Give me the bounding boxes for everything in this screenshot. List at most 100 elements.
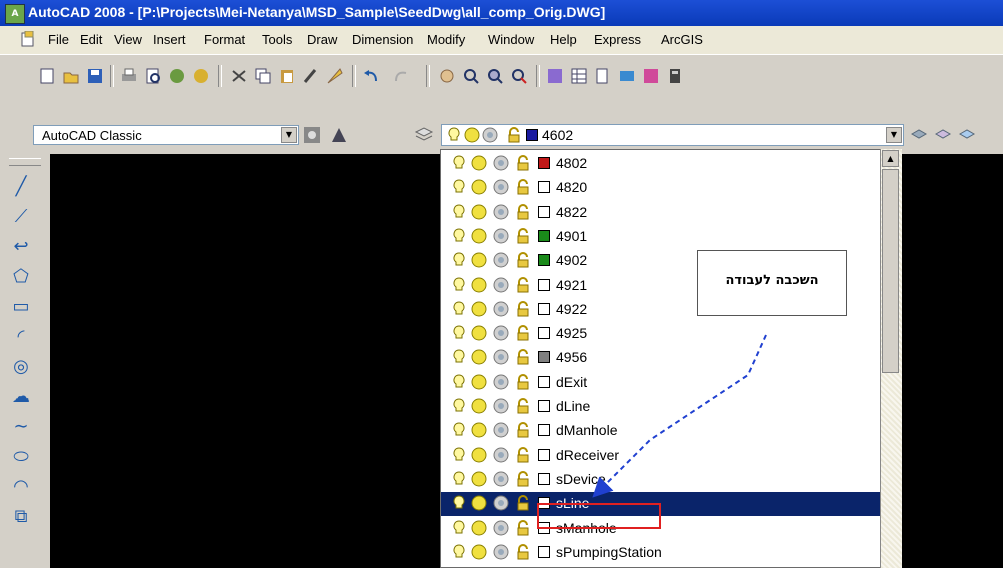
- save-icon[interactable]: [86, 67, 104, 85]
- workspace-save-icon[interactable]: [330, 126, 348, 144]
- layer-row[interactable]: 4956: [441, 346, 880, 370]
- lock-icon[interactable]: [515, 325, 531, 341]
- calculator-icon[interactable]: [666, 67, 684, 85]
- bulb-icon[interactable]: [451, 544, 467, 560]
- layer-color-swatch[interactable]: [538, 545, 550, 558]
- layer-color-swatch[interactable]: [538, 400, 550, 412]
- layer-color-swatch[interactable]: [538, 448, 550, 461]
- freeze-icon[interactable]: [493, 204, 509, 220]
- layer-row[interactable]: dExit: [441, 371, 880, 395]
- freeze-icon[interactable]: [493, 325, 509, 341]
- freeze-icon[interactable]: [493, 179, 509, 195]
- layer-color-swatch[interactable]: [538, 181, 550, 194]
- lock-icon[interactable]: [515, 495, 531, 511]
- layer-color-swatch[interactable]: [538, 157, 550, 169]
- etransmit-icon[interactable]: [192, 67, 210, 85]
- layer-color-swatch[interactable]: [538, 424, 550, 437]
- bulb-icon[interactable]: [451, 374, 467, 390]
- freeze-icon[interactable]: [493, 471, 509, 487]
- freeze-icon[interactable]: [493, 252, 509, 268]
- layer-previous-icon[interactable]: [934, 126, 952, 144]
- layer-color-swatch[interactable]: [538, 327, 550, 340]
- zoom-realtime-icon[interactable]: [462, 67, 480, 85]
- publish-icon[interactable]: [168, 67, 186, 85]
- sun-icon[interactable]: [471, 544, 487, 560]
- menu-help[interactable]: Help: [550, 32, 577, 47]
- layer-row[interactable]: 4901: [441, 225, 880, 249]
- layer-color-swatch[interactable]: [538, 254, 550, 267]
- properties-icon[interactable]: [546, 67, 564, 85]
- ellipse-arc-icon[interactable]: ◠: [10, 476, 32, 498]
- workspace-settings-icon[interactable]: [303, 126, 321, 144]
- ellipse-icon[interactable]: ⬭: [10, 446, 32, 468]
- undo-icon[interactable]: [362, 67, 380, 85]
- lock-icon[interactable]: [515, 422, 531, 438]
- sun-icon[interactable]: [471, 277, 487, 293]
- arc-icon[interactable]: ◜: [10, 326, 32, 348]
- bulb-icon[interactable]: [451, 155, 467, 171]
- menu-arcgis[interactable]: ArcGIS: [661, 32, 703, 47]
- bulb-icon[interactable]: [451, 447, 467, 463]
- sun-icon[interactable]: [471, 520, 487, 536]
- bulb-icon[interactable]: [451, 301, 467, 317]
- block-editor-icon[interactable]: [326, 67, 344, 85]
- sheet-set-icon[interactable]: [618, 67, 636, 85]
- polygon-icon[interactable]: ⬠: [10, 266, 32, 288]
- tool-palettes-icon[interactable]: [594, 67, 612, 85]
- scroll-up-icon[interactable]: ▲: [882, 150, 899, 167]
- menu-modify[interactable]: Modify: [427, 32, 465, 47]
- layer-states-icon[interactable]: [958, 126, 976, 144]
- freeze-icon[interactable]: [493, 374, 509, 390]
- sun-icon[interactable]: [471, 228, 487, 244]
- lock-icon[interactable]: [515, 276, 531, 293]
- lock-icon[interactable]: [515, 179, 531, 195]
- document-icon[interactable]: [20, 31, 36, 47]
- lock-icon[interactable]: [515, 373, 531, 390]
- scroll-thumb[interactable]: [882, 169, 899, 373]
- freeze-icon[interactable]: [493, 495, 509, 511]
- freeze-icon[interactable]: [493, 398, 509, 414]
- sun-icon[interactable]: [471, 349, 487, 365]
- bulb-icon[interactable]: [451, 252, 467, 268]
- layer-row[interactable]: dManhole: [441, 419, 880, 443]
- lock-icon[interactable]: [515, 203, 531, 220]
- layer-row[interactable]: 4822: [441, 201, 880, 225]
- bulb-icon[interactable]: [451, 204, 467, 220]
- bulb-icon[interactable]: [451, 519, 467, 536]
- sun-icon[interactable]: [471, 325, 487, 341]
- freeze-icon[interactable]: [493, 155, 509, 171]
- menu-view[interactable]: View: [114, 32, 142, 47]
- construction-line-icon[interactable]: ⟋: [10, 206, 32, 228]
- toolbar-grip[interactable]: [9, 158, 41, 166]
- bulb-icon[interactable]: [451, 422, 467, 438]
- freeze-icon[interactable]: [493, 228, 509, 244]
- chevron-down-icon[interactable]: ▼: [281, 127, 297, 143]
- chevron-down-icon[interactable]: ▼: [886, 127, 902, 143]
- paste-icon[interactable]: [278, 67, 296, 85]
- layer-color-swatch[interactable]: [538, 278, 550, 291]
- menu-express[interactable]: Express: [594, 32, 641, 47]
- lock-icon[interactable]: [515, 300, 531, 317]
- polyline-icon[interactable]: ↩: [10, 236, 32, 258]
- bulb-icon[interactable]: [451, 325, 467, 341]
- revision-cloud-icon[interactable]: ☁: [10, 386, 32, 408]
- lock-icon[interactable]: [515, 543, 531, 560]
- layer-color-swatch[interactable]: [538, 472, 550, 485]
- sun-icon[interactable]: [471, 155, 487, 171]
- sun-icon[interactable]: [471, 301, 487, 317]
- menu-insert[interactable]: Insert: [153, 32, 186, 47]
- make-current-layer-icon[interactable]: [910, 126, 928, 144]
- design-center-icon[interactable]: [570, 67, 588, 85]
- open-icon[interactable]: [62, 67, 80, 85]
- freeze-icon[interactable]: [493, 277, 509, 293]
- layer-dropdown[interactable]: 4602 ▼: [441, 124, 904, 146]
- insert-block-icon[interactable]: ⧉: [10, 506, 32, 528]
- copy-icon[interactable]: [254, 67, 272, 85]
- sun-icon[interactable]: [471, 179, 487, 195]
- circle-icon[interactable]: ◎: [10, 356, 32, 378]
- match-properties-icon[interactable]: [302, 67, 320, 85]
- menu-dimension[interactable]: Dimension: [352, 32, 413, 47]
- pan-icon[interactable]: [438, 67, 456, 85]
- bulb-icon[interactable]: [451, 349, 467, 365]
- freeze-icon[interactable]: [493, 544, 509, 560]
